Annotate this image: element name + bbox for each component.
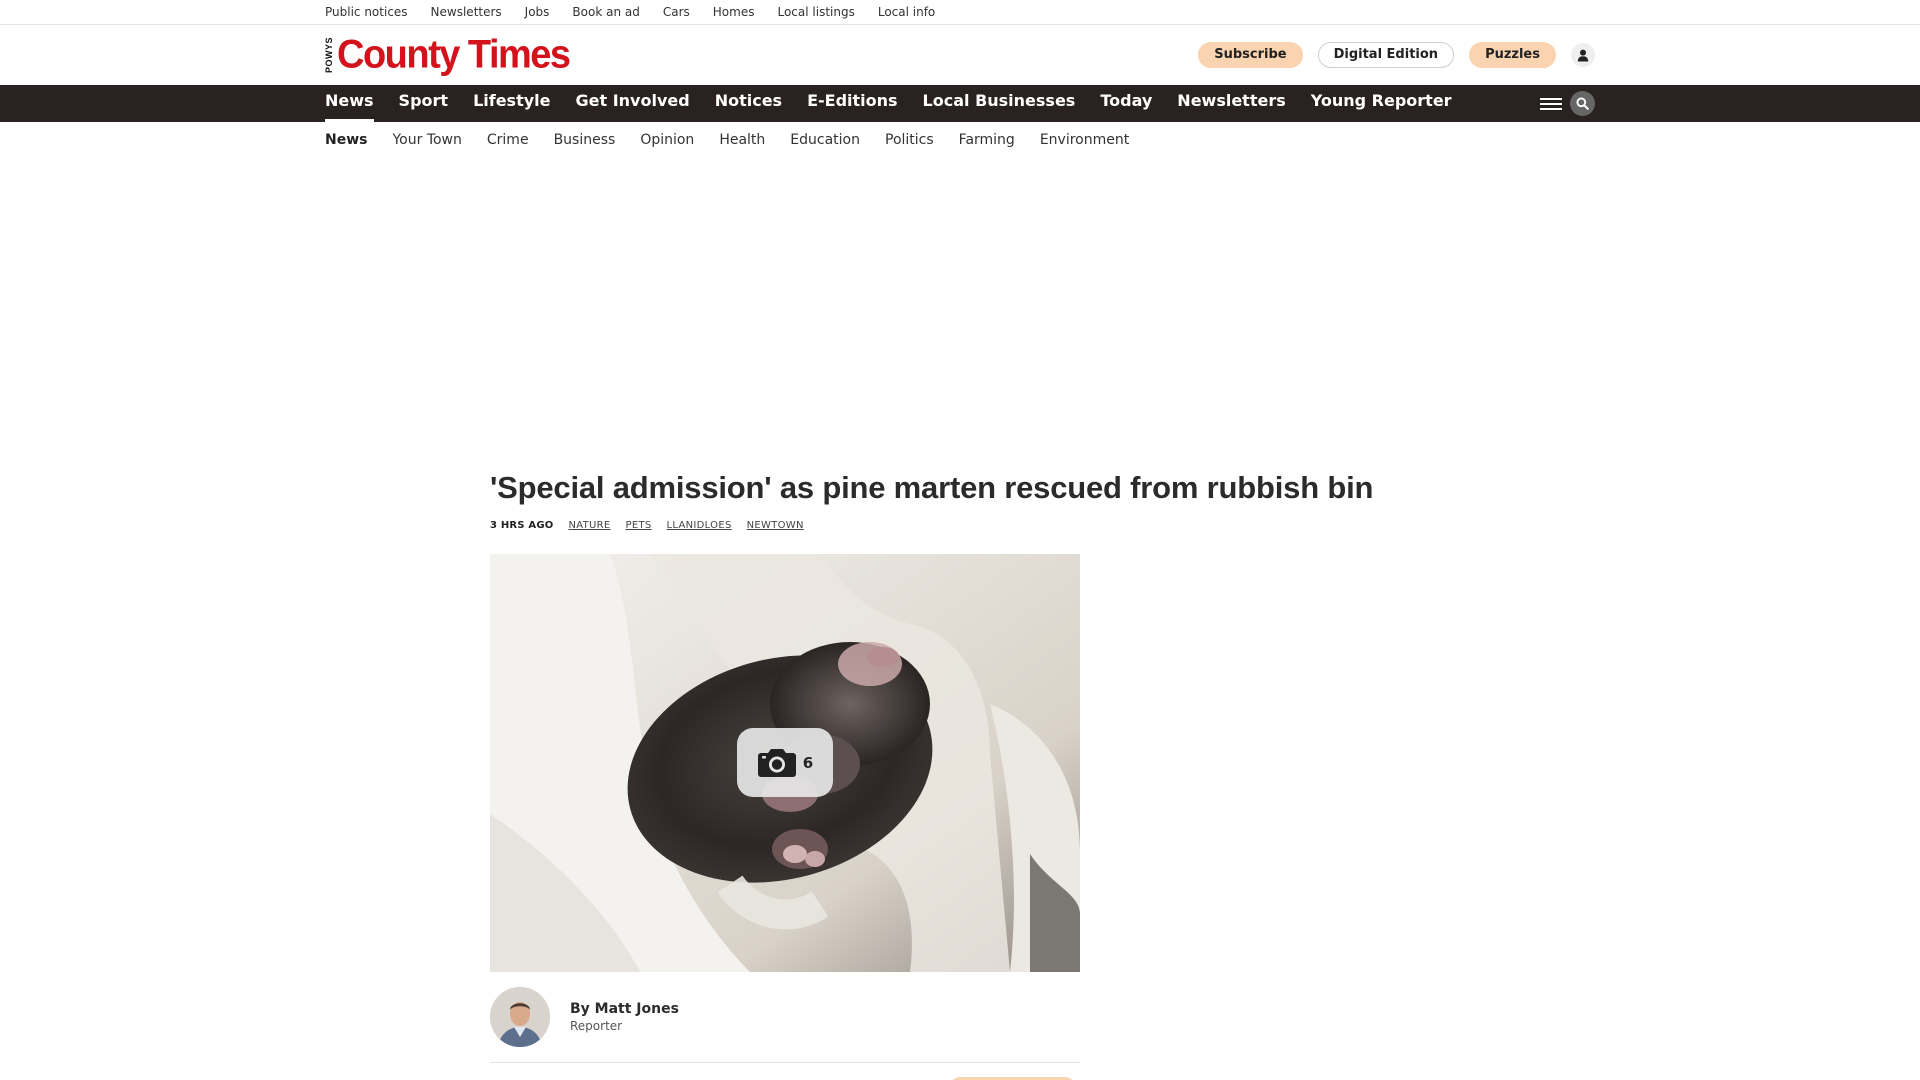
main-nav-items: News Sport Lifestyle Get Involved Notice…: [325, 85, 1452, 122]
subnav-item-environment[interactable]: Environment: [1040, 132, 1129, 148]
top-utility-bar: Public notices Newsletters Jobs Book an …: [0, 0, 1920, 25]
search-button[interactable]: [1570, 91, 1595, 116]
nav-item-get-involved[interactable]: Get Involved: [576, 85, 690, 122]
nav-item-news[interactable]: News: [325, 85, 374, 122]
logo-main-text: County Times: [337, 32, 571, 78]
byline-divider: [490, 1062, 1080, 1063]
article-tag-newtown[interactable]: NEWTOWN: [747, 520, 804, 531]
article-tag-pets[interactable]: PETS: [626, 520, 652, 531]
header-actions: Subscribe Digital Edition Puzzles: [1198, 42, 1595, 68]
menu-icon[interactable]: [1540, 96, 1562, 112]
author-prefix: By: [570, 1001, 590, 1017]
section-subnavigation: News Your Town Crime Business Opinion He…: [0, 122, 1920, 157]
subnav-item-farming[interactable]: Farming: [959, 132, 1015, 148]
article-meta: 3 HRS AGO NATURE PETS LLANIDLOES NEWTOWN: [490, 520, 804, 531]
nav-tools: [1540, 91, 1595, 116]
nav-item-notices[interactable]: Notices: [715, 85, 782, 122]
nav-item-local-businesses[interactable]: Local Businesses: [923, 85, 1076, 122]
gallery-count: 6: [802, 753, 814, 772]
topbar-link-local-info[interactable]: Local info: [878, 5, 935, 19]
author-name: Matt Jones: [594, 1001, 679, 1017]
subnav-item-crime[interactable]: Crime: [487, 132, 529, 148]
account-button[interactable]: [1571, 43, 1595, 67]
author-byline: By Matt Jones Reporter: [490, 987, 679, 1047]
article-tag-nature[interactable]: NATURE: [568, 520, 610, 531]
brand-header: POWYS County Times Subscribe Digital Edi…: [0, 25, 1920, 85]
camera-icon: [757, 749, 796, 777]
topbar-link-public-notices[interactable]: Public notices: [325, 5, 408, 19]
top-utility-links: Public notices Newsletters Jobs Book an …: [325, 0, 1595, 24]
topbar-link-homes[interactable]: Homes: [713, 5, 755, 19]
subnav-item-business[interactable]: Business: [554, 132, 616, 148]
author-name-line[interactable]: By Matt Jones: [570, 1001, 679, 1017]
subnav-item-education[interactable]: Education: [790, 132, 860, 148]
article-header: 'Special admission' as pine marten rescu…: [490, 470, 1450, 531]
digital-edition-button[interactable]: Digital Edition: [1317, 42, 1455, 68]
nav-item-young-reporter[interactable]: Young Reporter: [1311, 85, 1452, 122]
article-timestamp: 3 HRS AGO: [490, 520, 554, 531]
logo-powys-text: POWYS: [324, 36, 334, 73]
author-portrait: [490, 987, 550, 1047]
author-role: Reporter: [570, 1019, 623, 1033]
nav-item-lifestyle[interactable]: Lifestyle: [473, 85, 550, 122]
subscribe-button[interactable]: Subscribe: [1198, 42, 1303, 68]
subnav-item-opinion[interactable]: Opinion: [640, 132, 694, 148]
subnav-item-your-town[interactable]: Your Town: [392, 132, 461, 148]
user-icon: [1577, 49, 1589, 61]
site-logo[interactable]: POWYS County Times: [324, 32, 571, 78]
topbar-link-local-listings[interactable]: Local listings: [777, 5, 854, 19]
article-hero-image[interactable]: 6: [490, 554, 1080, 972]
article-headline: 'Special admission' as pine marten rescu…: [490, 470, 1374, 505]
subnav-item-news[interactable]: News: [325, 132, 367, 148]
nav-item-e-editions[interactable]: E-Editions: [807, 85, 897, 122]
nav-item-sport[interactable]: Sport: [399, 85, 449, 122]
gallery-badge[interactable]: 6: [737, 728, 833, 797]
topbar-link-newsletters[interactable]: Newsletters: [431, 5, 502, 19]
search-icon: [1576, 97, 1589, 110]
subnav-item-politics[interactable]: Politics: [885, 132, 934, 148]
topbar-link-jobs[interactable]: Jobs: [525, 5, 550, 19]
author-details: By Matt Jones Reporter: [570, 1001, 679, 1033]
subnav-item-health[interactable]: Health: [719, 132, 765, 148]
nav-item-newsletters[interactable]: Newsletters: [1177, 85, 1285, 122]
topbar-link-cars[interactable]: Cars: [663, 5, 690, 19]
puzzles-button[interactable]: Puzzles: [1469, 42, 1556, 68]
topbar-link-book-an-ad[interactable]: Book an ad: [572, 5, 639, 19]
author-avatar[interactable]: [490, 987, 550, 1047]
main-navigation: News Sport Lifestyle Get Involved Notice…: [0, 85, 1920, 122]
article-tag-llanidloes[interactable]: LLANIDLOES: [667, 520, 732, 531]
nav-item-today[interactable]: Today: [1100, 85, 1152, 122]
